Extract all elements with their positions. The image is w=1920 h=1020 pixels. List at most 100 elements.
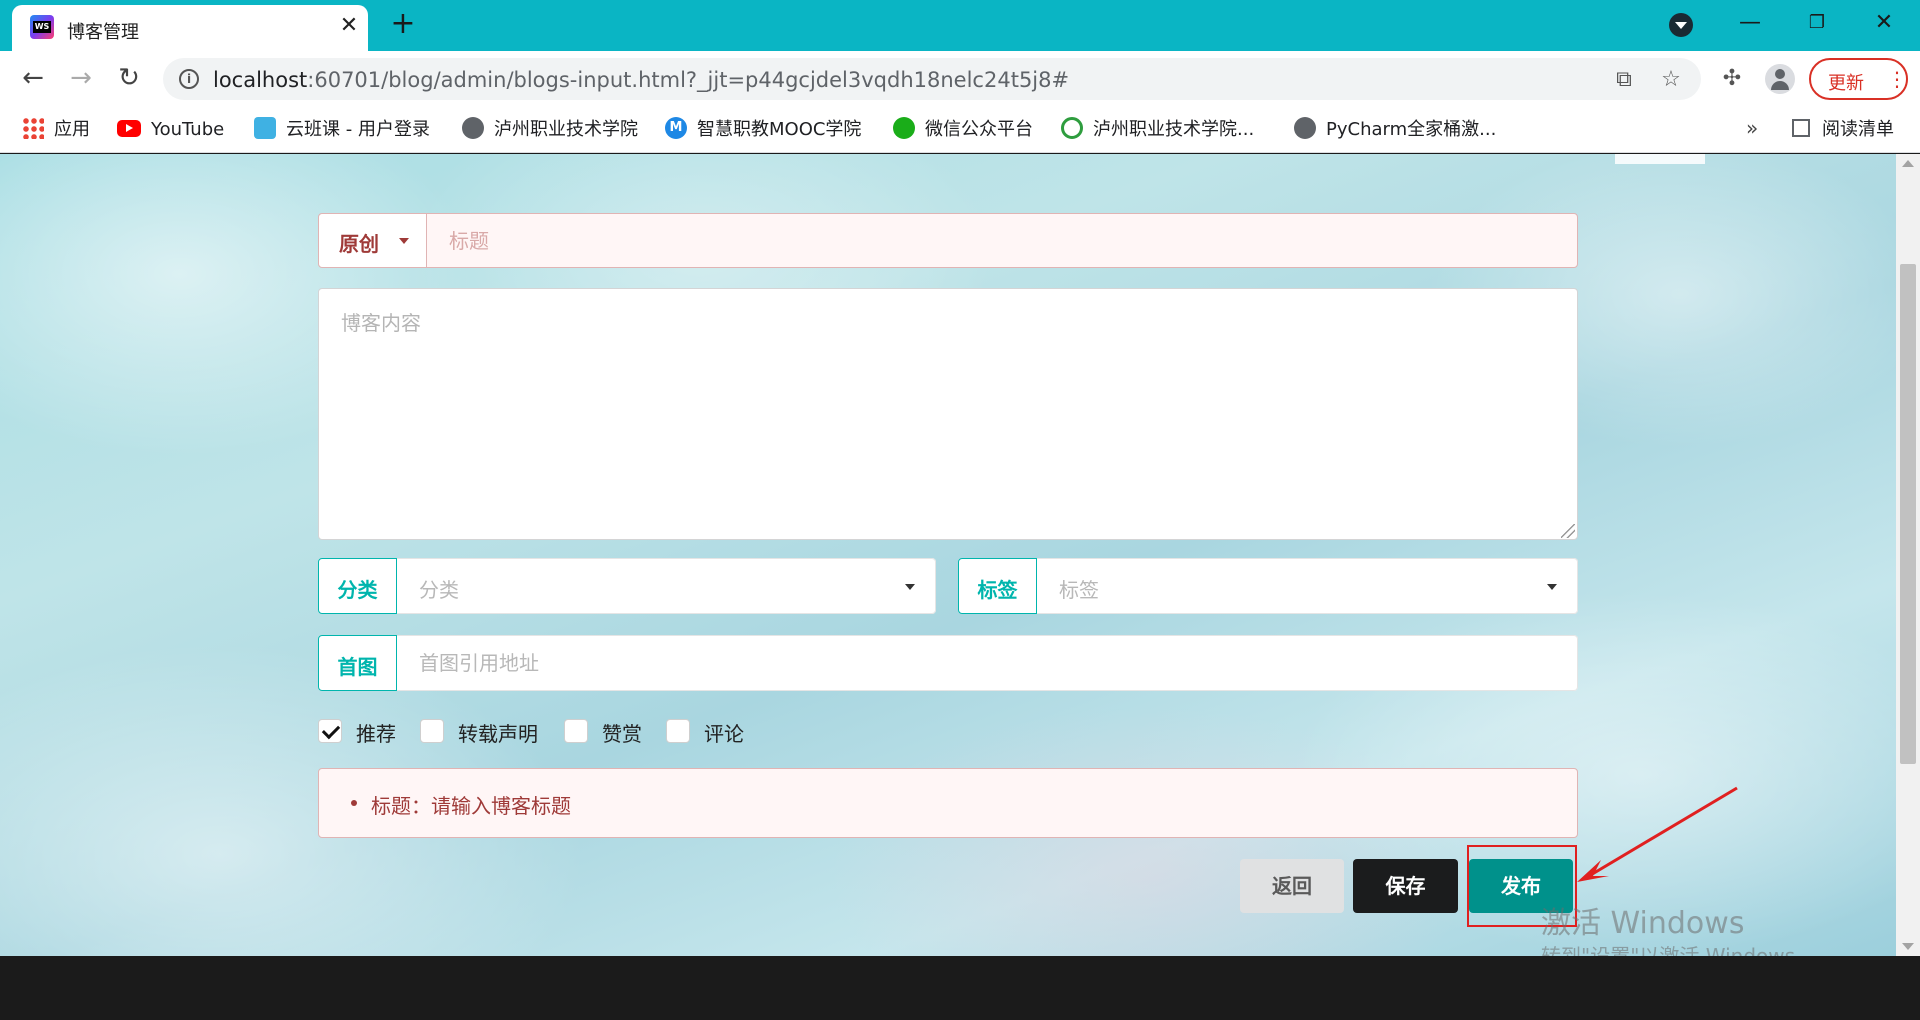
url-path: :60701/blog/admin/blogs-input.html?_jjt=… xyxy=(307,68,1070,92)
cover-label-box: 首图 xyxy=(318,635,397,691)
resize-handle-icon[interactable] xyxy=(1561,524,1575,538)
apps-icon xyxy=(22,117,44,139)
dna-icon xyxy=(1061,117,1083,139)
checkbox-label: 评论 xyxy=(704,722,744,746)
back-arrow-icon[interactable]: ← xyxy=(16,61,50,95)
scroll-down-icon[interactable] xyxy=(1902,943,1914,950)
cloud-icon xyxy=(254,117,276,139)
tab-search-icon[interactable] xyxy=(1669,13,1693,37)
category-placeholder: 分类 xyxy=(419,578,459,602)
windows-activation-hint: 转到"设置"以激活 Windows。 xyxy=(1541,944,1816,956)
bookmark-label: 泸州职业技术学院 xyxy=(494,119,638,140)
webstorm-icon xyxy=(30,15,54,39)
scrollbar-thumb[interactable] xyxy=(1900,264,1916,764)
blog-type-value: 原创 xyxy=(339,232,379,256)
window-close-icon[interactable]: ✕ xyxy=(1864,6,1904,40)
browser-toolbar: ← → ↻ i localhost:60701/blog/admin/blogs… xyxy=(0,51,1920,106)
translate-icon[interactable]: ⧉ xyxy=(1611,67,1637,93)
tag-label-box: 标签 xyxy=(958,558,1037,614)
youtube-icon xyxy=(117,119,141,137)
bookmark-label: 智慧职教MOOC学院 xyxy=(697,119,862,140)
bookmark-apps[interactable]: 应用 xyxy=(22,117,90,143)
windows-activation-watermark: 激活 Windows xyxy=(1541,906,1745,941)
cover-image-field: 首图 xyxy=(318,635,1578,691)
bookmark-wechat[interactable]: 微信公众平台 xyxy=(893,117,1033,143)
bookmark-label: PyCharm全家桶激... xyxy=(1326,119,1497,140)
annotation-arrow-icon xyxy=(1577,786,1738,882)
category-dropdown[interactable]: 分类 xyxy=(397,558,936,614)
category-field: 分类 分类 xyxy=(318,558,936,614)
save-button[interactable]: 保存 xyxy=(1353,859,1458,913)
browser-tab[interactable]: 博客管理 ✕ xyxy=(12,5,368,51)
globe-icon xyxy=(1294,117,1316,139)
minimize-icon[interactable]: — xyxy=(1730,6,1770,40)
profile-avatar-icon[interactable] xyxy=(1765,64,1795,94)
restore-icon[interactable]: ❐ xyxy=(1797,6,1837,40)
caret-down-icon xyxy=(905,584,915,590)
mooc-icon: M xyxy=(665,117,687,139)
bookmark-label: 泸州职业技术学院... xyxy=(1093,119,1255,140)
new-tab-icon[interactable]: + xyxy=(388,9,418,40)
more-menu-icon: ⋮ xyxy=(1887,67,1907,91)
title-input[interactable] xyxy=(427,214,1577,267)
cover-label: 首图 xyxy=(337,655,378,679)
validation-error-message: 标题：请输入博客标题 xyxy=(318,768,1578,838)
browser-titlebar: 博客管理 ✕ + — ❐ ✕ xyxy=(0,0,1920,51)
forward-arrow-icon[interactable]: → xyxy=(64,61,98,95)
more-bookmarks-icon[interactable]: » xyxy=(1746,116,1758,140)
checkbox-unchecked-icon[interactable] xyxy=(564,719,588,743)
address-bar[interactable]: i localhost:60701/blog/admin/blogs-input… xyxy=(163,58,1701,100)
blog-content-textarea[interactable] xyxy=(318,288,1578,540)
reading-list-label: 阅读清单 xyxy=(1822,119,1894,140)
bookmark-youtube[interactable]: YouTube xyxy=(117,117,224,143)
update-label: 更新 xyxy=(1828,73,1864,94)
blog-type-dropdown[interactable]: 原创 xyxy=(319,214,427,267)
bullet-icon xyxy=(351,800,357,806)
bookmark-label: 云班课 - 用户登录 xyxy=(286,119,430,140)
bookmarks-bar: 应用 YouTube 云班课 - 用户登录 泸州职业技术学院 M 智慧职教MOOC… xyxy=(0,106,1920,153)
bookmark-pycharm[interactable]: PyCharm全家桶激... xyxy=(1294,117,1496,143)
tab-title: 博客管理 xyxy=(67,22,139,43)
reading-list-icon xyxy=(1792,119,1810,137)
back-button[interactable]: 返回 xyxy=(1240,859,1344,913)
bookmark-star-icon[interactable]: ☆ xyxy=(1658,67,1684,93)
reload-icon[interactable]: ↻ xyxy=(112,61,146,95)
caret-down-icon xyxy=(1547,584,1557,590)
title-field-row: 原创 xyxy=(318,213,1578,268)
url-host: localhost xyxy=(213,68,308,92)
bookmark-mooc[interactable]: M 智慧职教MOOC学院 xyxy=(665,117,861,143)
checkbox-label: 推荐 xyxy=(356,722,396,746)
url-text[interactable]: localhost:60701/blog/admin/blogs-input.h… xyxy=(213,68,1069,92)
checkbox-label: 转载声明 xyxy=(458,722,538,746)
cover-url-field xyxy=(397,635,1578,691)
bookmark-luzhou-college-2[interactable]: 泸州职业技术学院... xyxy=(1061,117,1254,143)
bookmark-luzhou-college[interactable]: 泸州职业技术学院 xyxy=(462,117,638,143)
close-tab-icon[interactable]: ✕ xyxy=(336,13,362,39)
extensions-puzzle-icon[interactable]: ✣ xyxy=(1718,65,1746,93)
error-text: 标题：请输入博客标题 xyxy=(371,794,571,818)
checkbox-unchecked-icon[interactable] xyxy=(420,719,444,743)
bookmark-label: YouTube xyxy=(151,119,225,140)
page-footer-bar xyxy=(0,956,1920,1020)
cover-url-input[interactable] xyxy=(397,636,1577,690)
caret-down-icon xyxy=(399,238,409,244)
category-label: 分类 xyxy=(337,578,378,602)
site-info-icon[interactable]: i xyxy=(179,69,199,89)
tag-placeholder: 标签 xyxy=(1059,578,1099,602)
bookmark-cloudclass[interactable]: 云班课 - 用户登录 xyxy=(254,117,430,143)
page-top-fragment xyxy=(1615,154,1705,164)
update-button[interactable]: 更新 ⋮ xyxy=(1809,58,1908,100)
page-scrollbar[interactable] xyxy=(1896,154,1920,956)
bookmark-label: 微信公众平台 xyxy=(925,119,1033,140)
reading-list-button[interactable]: 阅读清单 xyxy=(1792,117,1894,143)
wechat-icon xyxy=(893,117,915,139)
tag-label: 标签 xyxy=(977,578,1018,602)
page-viewport: 原创 分类 分类 标签 标签 首图 推荐 xyxy=(0,154,1896,956)
category-label-box: 分类 xyxy=(318,558,397,614)
globe-icon xyxy=(462,117,484,139)
tag-dropdown[interactable]: 标签 xyxy=(1037,558,1578,614)
checkbox-label: 赞赏 xyxy=(602,722,642,746)
scroll-up-icon[interactable] xyxy=(1902,160,1914,167)
checkbox-unchecked-icon[interactable] xyxy=(666,719,690,743)
checkbox-checked-icon[interactable] xyxy=(318,719,342,743)
